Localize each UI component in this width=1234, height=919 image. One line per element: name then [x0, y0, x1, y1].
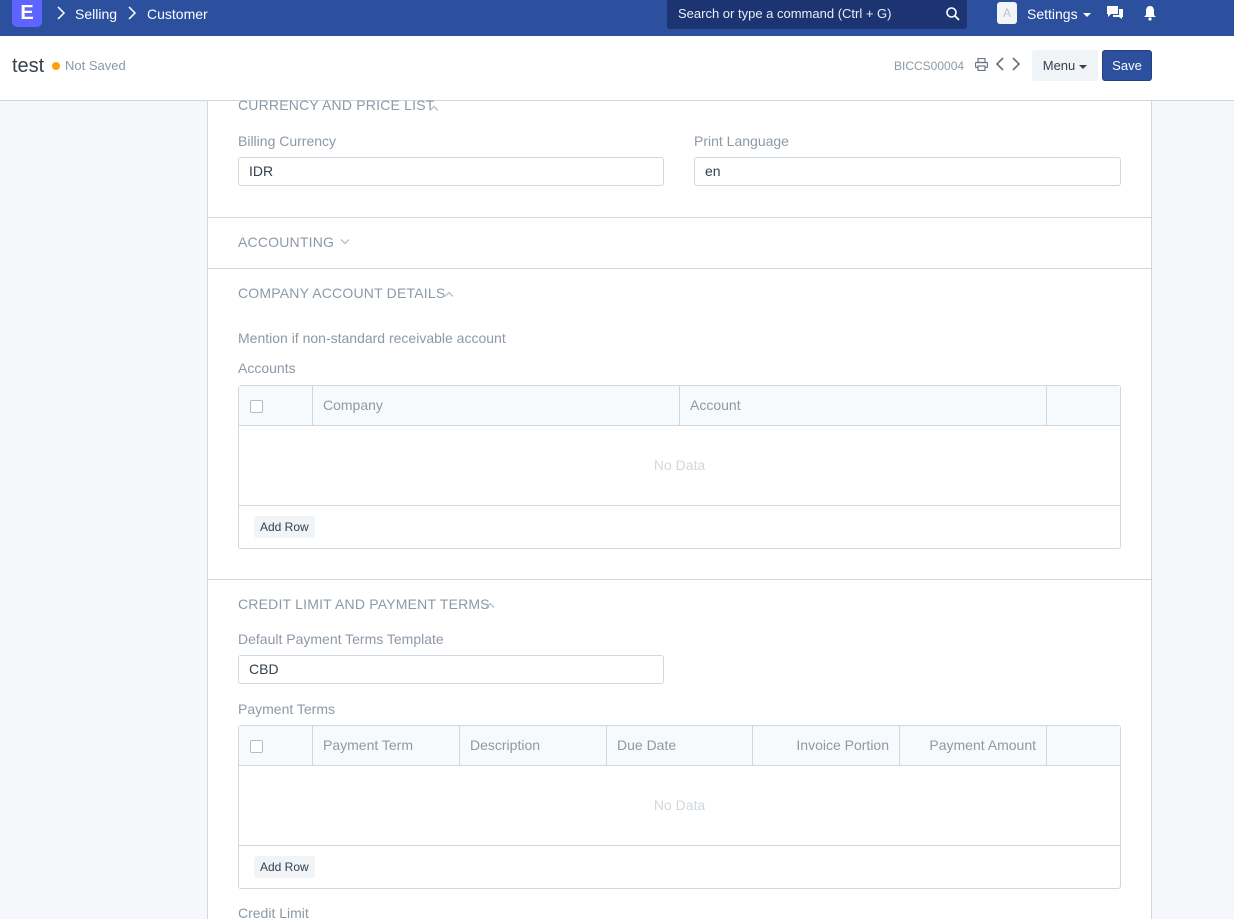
- column-account: Account: [680, 386, 1047, 425]
- search-input[interactable]: Search or type a command (Ctrl + G): [678, 6, 892, 21]
- table-header: Payment Term Description Due Date Invoic…: [239, 726, 1120, 766]
- search-icon[interactable]: [945, 6, 961, 22]
- chat-icon[interactable]: [1106, 5, 1124, 21]
- accounts-label: Accounts: [238, 360, 296, 376]
- chevron-down-icon[interactable]: [340, 239, 350, 245]
- print-language-field[interactable]: en: [694, 157, 1121, 186]
- table-footer: Add Row: [239, 846, 1120, 888]
- caret-down-icon: [1079, 64, 1088, 69]
- payment-terms-table: Payment Term Description Due Date Invoic…: [238, 725, 1121, 889]
- bell-icon[interactable]: [1143, 5, 1157, 21]
- print-icon[interactable]: [975, 58, 988, 71]
- awesome-bar[interactable]: Search or type a command (Ctrl + G): [667, 0, 967, 29]
- table-footer: Add Row: [239, 506, 1120, 548]
- credit-limit-label: Credit Limit: [238, 905, 309, 919]
- settings-dropdown[interactable]: Settings: [1027, 6, 1091, 22]
- section-divider: [208, 579, 1151, 580]
- column-payment-term: Payment Term: [313, 726, 460, 765]
- table-header: Company Account: [239, 386, 1120, 426]
- column-settings: [1047, 726, 1120, 765]
- caret-down-icon: [1082, 13, 1091, 18]
- page-head: test Not Saved BICCS00004 Menu Save: [0, 36, 1234, 101]
- section-divider: [208, 268, 1151, 269]
- status-indicator: [52, 62, 60, 70]
- section-divider: [208, 217, 1151, 218]
- page-title: test: [12, 55, 45, 77]
- add-row-button[interactable]: Add Row: [254, 856, 315, 878]
- breadcrumb-customer[interactable]: Customer: [147, 6, 208, 22]
- chevron-up-icon[interactable]: [429, 105, 439, 111]
- section-title-accounting[interactable]: ACCOUNTING: [238, 234, 334, 250]
- chevron-right-icon: [128, 6, 137, 20]
- status-badge: Not Saved: [65, 58, 126, 73]
- column-company: Company: [313, 386, 680, 425]
- column-invoice-portion: Invoice Portion: [753, 726, 900, 765]
- menu-label: Menu: [1042, 58, 1076, 73]
- select-all-cell: [239, 726, 313, 765]
- previous-doc-icon[interactable]: [996, 57, 1004, 71]
- form-layout: CURRENCY AND PRICE LIST Billing Currency…: [207, 97, 1152, 919]
- chevron-up-icon[interactable]: [485, 602, 495, 608]
- column-description: Description: [460, 726, 607, 765]
- billing-currency-label: Billing Currency: [238, 133, 337, 149]
- app-logo[interactable]: E: [12, 0, 42, 27]
- select-all-cell: [239, 386, 313, 425]
- table-body: No Data: [239, 426, 1120, 506]
- breadcrumb-selling[interactable]: Selling: [75, 6, 117, 22]
- billing-currency-field[interactable]: IDR: [238, 157, 664, 186]
- column-payment-amount: Payment Amount: [900, 726, 1047, 765]
- section-title-company-accounts[interactable]: COMPANY ACCOUNT DETAILS: [238, 285, 445, 301]
- payment-terms-label: Payment Terms: [238, 701, 335, 717]
- save-button[interactable]: Save: [1102, 50, 1152, 81]
- help-text: Mention if non-standard receivable accou…: [238, 330, 506, 346]
- navbar: E Selling Customer Search or type a comm…: [0, 0, 1234, 36]
- payment-template-label: Default Payment Terms Template: [238, 631, 444, 647]
- section-title-currency[interactable]: CURRENCY AND PRICE LIST: [238, 97, 435, 113]
- select-all-checkbox[interactable]: [250, 740, 263, 753]
- chevron-right-icon: [57, 6, 66, 20]
- payment-template-field[interactable]: CBD: [238, 655, 664, 684]
- print-language-label: Print Language: [694, 133, 789, 149]
- menu-button[interactable]: Menu: [1032, 50, 1098, 81]
- avatar[interactable]: A: [997, 2, 1017, 24]
- select-all-checkbox[interactable]: [250, 400, 263, 413]
- add-row-button[interactable]: Add Row: [254, 516, 315, 538]
- settings-label: Settings: [1027, 6, 1078, 22]
- column-settings: [1047, 386, 1120, 425]
- empty-state: No Data: [653, 457, 706, 473]
- document-name: BICCS00004: [894, 59, 965, 73]
- table-body: No Data: [239, 766, 1120, 846]
- next-doc-icon[interactable]: [1012, 57, 1020, 71]
- accounts-table: Company Account No Data Add Row: [238, 385, 1121, 549]
- column-due-date: Due Date: [607, 726, 753, 765]
- empty-state: No Data: [653, 797, 706, 813]
- section-title-credit[interactable]: CREDIT LIMIT AND PAYMENT TERMS: [238, 596, 490, 612]
- chevron-up-icon[interactable]: [444, 291, 454, 297]
